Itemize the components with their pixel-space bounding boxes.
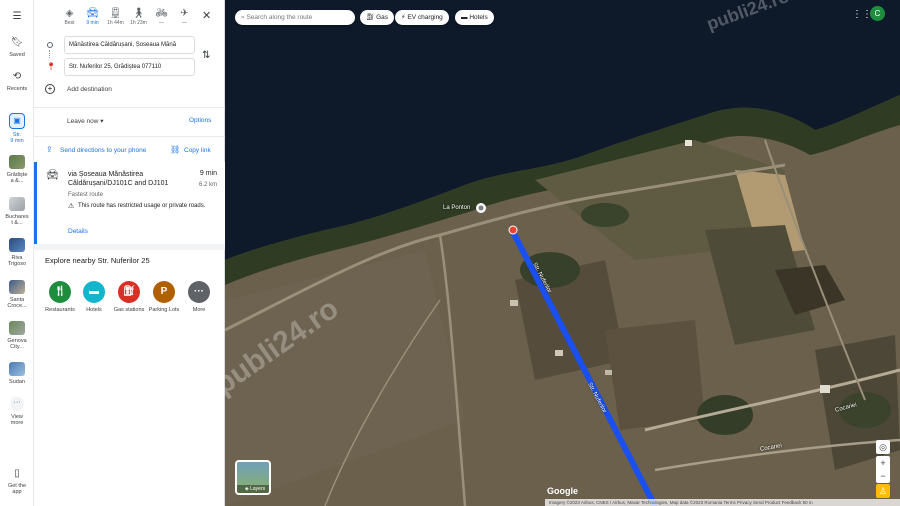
my-location-icon[interactable]: ◎ [876, 440, 890, 454]
swap-icon[interactable]: ⇅ [202, 50, 210, 61]
origin-dot-icon [47, 42, 53, 48]
bed-icon: ▬ [461, 14, 468, 21]
category-gas-stations[interactable]: ⛽︎ Gas stations [112, 281, 146, 314]
rail-recent-genova[interactable]: Genova City... [0, 321, 34, 350]
rail-saved[interactable]: 🔖︎ Saved [0, 36, 34, 58]
rail-recent-gradistea[interactable]: Grădiște a &... [0, 155, 34, 184]
bed-icon: ▬ [83, 281, 105, 303]
chip-hotels[interactable]: ▬ Hotels [455, 10, 494, 25]
transit-icon: 🚆︎ [109, 8, 122, 19]
route-warning: This route has restricted usage or priva… [78, 203, 206, 209]
satellite-map[interactable]: publi24.ro publi24.ro publi24.ro La Pont… [225, 0, 900, 506]
category-more[interactable]: ··· More [182, 281, 216, 314]
rail-recent-str[interactable]: ▣ Str. 9 min [0, 113, 34, 144]
walk-icon: 🚶︎ [132, 8, 145, 19]
category-parking[interactable]: P Parking Lots [147, 281, 181, 314]
warning-icon: ⚠ [68, 203, 75, 210]
chip-gas[interactable]: ⛽︎ Gas [360, 10, 394, 25]
category-hotels[interactable]: ▬ Hotels [77, 281, 111, 314]
rail-get-app[interactable]: ▯ Get the app [0, 467, 34, 495]
caret-down-icon: ▾ [100, 118, 104, 125]
route-title: via Șoseaua Mănăstirea Căldărușani/DJ101… [68, 171, 169, 187]
link-icon: ⛓︎ [170, 145, 181, 154]
explore-nearby-title: Explore nearby Str. Nuferilor 25 [45, 256, 150, 265]
route-connector [49, 50, 51, 58]
rail-recent-riva[interactable]: Riva Trigoso [0, 238, 34, 267]
rail-recent-bucharest[interactable]: Buchares t &... [0, 197, 34, 226]
fork-knife-icon: 🍴︎ [49, 281, 71, 303]
place-thumbnail [9, 238, 25, 252]
divider [34, 107, 225, 108]
place-label[interactable]: La Ponton [443, 205, 470, 211]
directions-panel: ◈ Best 🚘︎ 9 min 🚆︎ 1h 44m 🚶︎ 1h 23m 🚲︎ — ✈︎ — … [34, 0, 225, 506]
fastest-route-label: Fastest route [68, 192, 104, 198]
destination-input[interactable]: Str. Nuferilor 25, Grădiștea 077110 [64, 58, 195, 76]
gas-icon: ⛽︎ [118, 281, 140, 303]
copy-link-button[interactable]: Copy link [184, 147, 211, 154]
avatar[interactable]: C [870, 6, 885, 21]
menu-icon[interactable]: ☰ [0, 10, 34, 26]
place-thumbnail [9, 321, 25, 335]
route-option-card[interactable]: 🚘︎ via Șoseaua Mănăstirea Căldărușani/DJ… [34, 162, 225, 244]
add-destination[interactable]: Add destination [67, 86, 112, 93]
rail-recents[interactable]: ⟲ Recents [0, 70, 34, 92]
mode-walking[interactable]: 🚶︎ 1h 23m [127, 8, 150, 26]
layers-icon: ◈ [244, 486, 249, 492]
ev-charging-icon: ⚡︎ [401, 14, 406, 21]
details-link[interactable]: Details [68, 228, 88, 235]
place-thumbnail [9, 280, 25, 294]
gas-icon: ⛽︎ [366, 14, 375, 21]
chip-ev-charging[interactable]: ⚡︎ EV charging [395, 10, 449, 25]
mode-cycling[interactable]: 🚲︎ — [150, 8, 173, 26]
options-button[interactable]: Options [189, 117, 211, 124]
divider [34, 136, 225, 137]
travel-modes: ◈ Best 🚘︎ 9 min 🚆︎ 1h 44m 🚶︎ 1h 23m 🚲︎ — ✈︎ — [58, 8, 196, 26]
flight-icon: ✈︎ [180, 8, 189, 19]
map-imagery [225, 0, 900, 506]
more-icon: ··· [188, 281, 210, 303]
rail-recent-santa-croce[interactable]: Santa Croce... [0, 280, 34, 309]
mode-driving[interactable]: 🚘︎ 9 min [81, 8, 104, 26]
send-directions-link[interactable]: Send directions to your phone [60, 147, 146, 154]
history-icon: ⟲ [12, 71, 22, 82]
mode-flight[interactable]: ✈︎ — [173, 8, 196, 26]
route-distance: 6.2 km [198, 182, 217, 188]
phone-icon: ▯ [14, 468, 20, 479]
section-divider [34, 244, 225, 250]
map-footer: Imagery ©2023 Airbus, CNES / Airbus, Max… [545, 499, 900, 506]
send-to-phone-icon: ⇪ [46, 145, 53, 154]
diamond-icon: ◈ [65, 8, 74, 19]
add-circle-icon[interactable]: + [45, 84, 55, 94]
zoom-out-button[interactable]: − [876, 469, 890, 483]
rail-recent-sudan[interactable]: Sudan [0, 362, 34, 385]
leave-now-dropdown[interactable]: Leave now ▾ [67, 117, 104, 125]
bike-icon: 🚲︎ [155, 8, 168, 19]
pegman-icon[interactable]: ♙ [876, 484, 890, 498]
close-icon[interactable]: ✕ [202, 9, 211, 22]
mode-best[interactable]: ◈ Best [58, 8, 81, 26]
left-rail: ☰ 🔖︎ Saved ⟲ Recents ▣ Str. 9 min Grădiște… [0, 0, 34, 506]
rail-view-more[interactable]: ··· View more [0, 397, 34, 426]
layers-button[interactable]: ◈ Layers [235, 460, 271, 495]
car-icon: ▣ [9, 113, 25, 129]
parking-icon: P [153, 281, 175, 303]
car-icon: 🚘︎ [46, 170, 59, 181]
search-along-route-input[interactable]: ⌕ Search along the route [235, 10, 355, 25]
destination-pin-icon: 📍︎ [46, 62, 57, 71]
place-thumbnail [9, 155, 25, 169]
zoom-in-button[interactable]: + [876, 456, 890, 470]
category-restaurants[interactable]: 🍴︎ Restaurants [43, 281, 77, 314]
route-time: 9 min [199, 170, 217, 177]
bookmark-icon: 🔖︎ [10, 37, 24, 48]
mode-transit[interactable]: 🚆︎ 1h 44m [104, 8, 127, 26]
place-thumbnail [9, 362, 25, 376]
car-icon: 🚘︎ [86, 8, 99, 19]
search-icon: ⌕ [241, 14, 245, 21]
place-thumbnail [9, 197, 25, 211]
maps-app: ☰ 🔖︎ Saved ⟲ Recents ▣ Str. 9 min Grădiște… [0, 0, 900, 506]
origin-input[interactable]: Mănăstirea Căldărușani, Șoseaua Mănă [64, 36, 195, 54]
more-icon: ··· [10, 397, 24, 411]
google-logo: Google [547, 486, 578, 496]
